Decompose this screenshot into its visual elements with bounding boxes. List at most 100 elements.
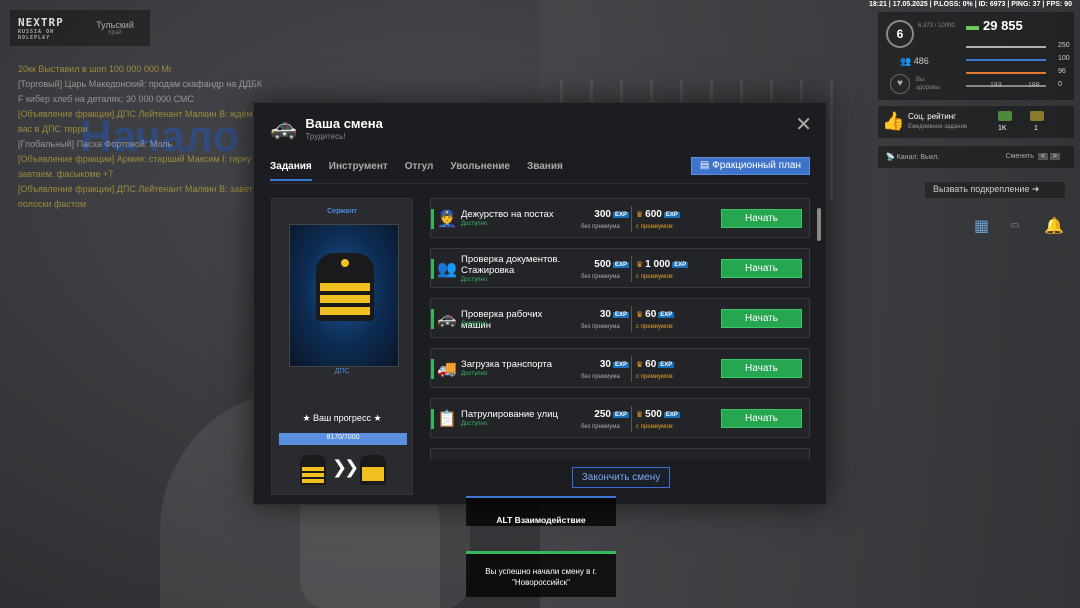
reward-divider [631,306,632,332]
task-name: Проверка документов. Стажировка [461,254,561,276]
tab-1[interactable]: Инструмент [329,161,388,181]
task-icon: 🚚 [437,361,457,378]
no-premium-label: без премиума [581,274,620,280]
exp-tag: EXP [612,362,629,368]
chat-message: [Объявление фракции] ДПС Лейтенант Малки… [18,184,261,209]
money-reward-icon [998,111,1012,121]
task-row: 🚚 Загрузка транспорта Доступно 30 EXP без… [430,348,810,388]
tab-2[interactable]: Отгул [405,161,434,181]
channel-prev-key[interactable]: < [1037,153,1048,160]
bell-icon[interactable]: 🔔 [1044,216,1064,236]
quick-icons: ▦ ▭ 🔔 [968,210,1068,244]
exp-tag: EXP [672,262,689,268]
radio-icon: 📡 [886,154,897,161]
exp-tag: EXP [612,412,629,418]
start-task-button[interactable]: Начать [721,309,802,328]
progress-label: ★ Ваш прогресс ★ [302,413,382,423]
task-row: 👥 Проверка документов. Стажировка Доступ… [430,248,810,288]
task-available-marker [431,309,434,329]
player-stats-panel: 6 6,373 / 10000 ▬ 29 855 👥 486 ♥ Вы здоро… [878,12,1074,100]
exp-tag: EXP [612,262,629,268]
stat-value: 250 [1058,42,1070,49]
chat-message: 20кк Выставил в шоп 100 000 000 Мг [18,64,173,74]
premium-label: с премиумом [636,324,673,330]
task-row: 📋 Патрулирование улиц Доступно 250 EXP бе… [430,398,810,438]
close-icon[interactable]: ✕ [795,115,812,135]
no-premium-label: без премиума [581,224,620,230]
chevron-right-icon: ❯❯ [332,457,359,477]
mini-stat-left: 183 [990,82,1002,89]
start-task-button[interactable]: Начать [721,259,802,278]
shift-started-notification: Вы успешно начали смену в г. "Новороссий… [466,551,616,597]
premium-exp-reward: ♛ 60 EXP [636,309,675,320]
start-task-button[interactable]: Начать [721,209,802,228]
channel-switch[interactable]: Сменить < > [1005,153,1060,160]
tab-0[interactable]: Задания [270,161,312,181]
health-icon: ♥ [890,74,910,94]
exp-tag: EXP [612,212,629,218]
task-list-scrollbar[interactable] [817,208,821,241]
start-task-button[interactable]: Начать [721,409,802,428]
tab-3[interactable]: Увольнение [450,161,510,181]
crown-icon: ♛ [636,260,644,269]
stat-bar [966,46,1046,48]
reward-divider [631,406,632,432]
exp-reward: 500 EXP [594,259,629,270]
crown-icon: ♛ [636,210,644,219]
call-backup-button[interactable]: Вызвать подкрепление ➜ [925,182,1065,198]
faction-plan-button[interactable]: ▤ Фракционный план [690,157,810,175]
no-premium-label: без премиума [581,374,620,380]
rating-subtitle: Ежедневное задание [908,124,968,130]
thumbs-up-icon: 👍 [882,111,905,131]
modal-tabs: Задания Инструмент Отгул Увольнение Звания [270,161,580,181]
rank-progress-bar: 8170/7000 [279,433,407,445]
task-row: 🚓 Проверка рабочих машин Доступно 30 EXP … [430,298,810,338]
task-status: Доступно [461,371,488,377]
start-task-button[interactable]: Начать [721,359,802,378]
current-rank-icon [300,455,326,485]
stat-value: 96 [1058,68,1066,75]
rating-reward-1k: 1K [998,125,1007,132]
calendar-icon[interactable]: ▦ [974,216,989,236]
task-icon: 🚓 [437,311,457,328]
crown-icon: ♛ [636,360,644,369]
chat-message: [Объявление фракции] ДПС Лейтенант Малки… [18,109,253,134]
exp-reward: 30 EXP [599,359,629,370]
rank-department: ДПС [334,368,350,375]
city-label: Тульский Край [80,20,150,36]
reward-divider [631,256,632,282]
logo-name: NEXTRP RUSSIA ON ROLEPLAY [10,16,80,41]
level-xp: 6,373 / 10000 [918,23,955,29]
task-list[interactable]: 👮 Дежурство на постах Доступно 300 EXP бе… [430,198,810,460]
reward-divider [631,356,632,382]
task-status: Доступно [461,277,488,283]
task-name: Дежурство на постах [461,209,554,220]
stat-bar [966,72,1046,74]
stat-value: 100 [1058,55,1070,62]
task-status: Доступно [461,321,488,327]
progress-text: 8170/7000 [326,434,360,441]
premium-label: с премиумом [636,224,673,230]
level-badge: 6 [886,20,914,48]
epaulet-icon [316,253,374,321]
server-logo: NEXTRP RUSSIA ON ROLEPLAY Тульский Край [10,10,150,46]
health-label: Вы здоровы [916,77,940,91]
end-shift-button[interactable]: Закончить смену [572,467,670,488]
stat-bar [966,59,1046,61]
no-premium-label: без премиума [581,324,620,330]
task-name: Проверка рабочих машин [461,309,543,331]
social-rating-panel: 👍 Соц. рейтинг Ежедневное задание 1K 1 [878,106,1074,138]
modal-header: 🚓 Ваша смена Трудитесь! [270,113,383,143]
channel-next-key[interactable]: > [1049,153,1060,160]
phone-icon[interactable]: ▭ [1010,220,1019,231]
task-icon: 👥 [437,261,457,278]
money-display: ▬ 29 855 [966,18,1023,33]
tab-4[interactable]: Звания [527,161,563,181]
task-status: Доступно [461,221,488,227]
task-name: Загрузка транспорта [461,359,553,370]
logo-sub: RUSSIA ON ROLEPLAY [18,28,55,41]
task-row [430,448,810,460]
stat-value: 0 [1058,81,1062,88]
radio-channel: 📡 Канал: Выкл. Сменить < > [878,146,1074,168]
online-count: 👥 486 [900,56,929,66]
